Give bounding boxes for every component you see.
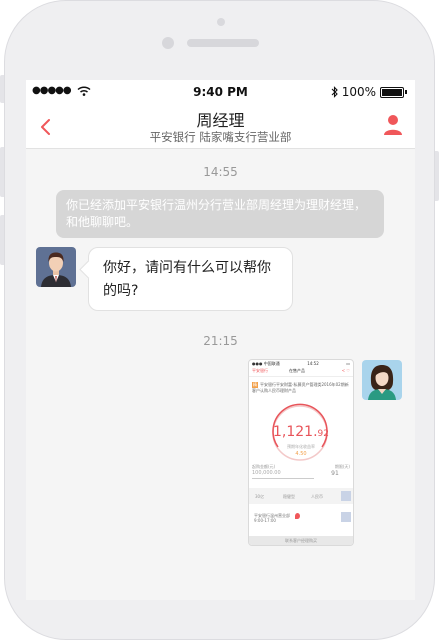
earpiece-speaker <box>187 39 259 47</box>
system-message: 你已经添加平安银行温州分行营业部周经理为理财经理，和他聊聊吧。 <box>56 190 384 238</box>
incoming-message-bubble[interactable]: 你好，请问有什么可以帮你的吗? <box>88 247 293 311</box>
power-button <box>435 151 439 201</box>
mini-strip-item: 稳健型 <box>283 494 295 499</box>
battery-percent: 100% <box>341 85 376 99</box>
mini-amount-main: 1,121. <box>273 424 318 440</box>
shared-product-screenshot[interactable]: ●●● 中国联通 14:52 ▭ 平安银行 在售产品 < ♡ 精平安银行平安财富… <box>248 359 354 546</box>
mini-square-icon <box>341 491 351 501</box>
front-camera <box>162 37 174 49</box>
volume-up-button <box>0 147 4 197</box>
mini-amount-decimal: 92 <box>317 429 329 439</box>
mini-product: 精平安银行平安财富-私募资产管理类2016年02期新客户认购人民币理财产品 <box>252 382 350 393</box>
female-avatar-icon <box>362 360 402 400</box>
mini-battery-icon: ▭ <box>346 361 350 366</box>
mini-share-icon: < ♡ <box>341 368 350 373</box>
mini-amount-input: 100,000.00 <box>252 470 314 479</box>
mini-info-strip: 30亿 稳健型 人民币 <box>249 488 353 504</box>
male-avatar-icon <box>36 247 76 287</box>
mini-title: 在售产品 <box>289 368 305 373</box>
volume-down-button <box>0 215 4 265</box>
battery-icon <box>380 86 404 98</box>
mute-switch <box>0 75 4 103</box>
user-profile-icon[interactable] <box>383 113 403 137</box>
contact-name: 周经理 <box>196 111 245 130</box>
mini-carrier: ●●● 中国联通 <box>252 361 280 366</box>
battery-tip <box>405 90 407 94</box>
mini-amount: 1,121.92 <box>249 424 353 440</box>
mini-location-icon <box>295 513 300 519</box>
chat-header: 周经理 平安银行 陆家嘴支行营业部 <box>26 104 415 149</box>
mini-back: 平安银行 <box>252 368 268 373</box>
chat-timestamp: 21:15 <box>203 334 238 348</box>
mini-count: 91 <box>331 470 339 477</box>
app-screen: ●●●●● 9:40 PM 100% 周经理 平安银行 陆家嘴支行营业部 14:… <box>26 80 415 600</box>
status-bar: ●●●●● 9:40 PM 100% <box>26 80 415 104</box>
mini-strip-item: 人民币 <box>311 494 323 499</box>
mini-rate-label: 预期年化收益率 <box>287 444 315 449</box>
chat-timestamp: 14:55 <box>203 165 238 179</box>
mini-status-bar: ●●● 中国联通 14:52 ▭ <box>249 360 353 367</box>
mini-branch-hours: 9:00-17:00 <box>254 518 276 523</box>
manager-avatar[interactable] <box>36 247 76 287</box>
mini-nav-bar: 平安银行 在售产品 < ♡ <box>249 367 353 377</box>
proximity-sensor <box>217 18 225 26</box>
mini-footer-button: 联系客户经理购买 <box>249 536 353 545</box>
bluetooth-icon <box>331 86 338 98</box>
mini-branch: 平安银行温州营业部 9:00-17:00 <box>254 513 290 523</box>
mini-product-name: 平安银行平安财富-私募资产管理类2016年02期新客户认购人民币理财产品 <box>252 382 349 393</box>
status-right: 100% <box>331 85 407 99</box>
mini-time: 14:52 <box>307 361 319 366</box>
mini-strip-item: 30亿 <box>255 494 265 499</box>
my-avatar[interactable] <box>362 360 402 400</box>
contact-branch: 平安银行 陆家嘴支行营业部 <box>149 130 292 144</box>
mini-square-icon <box>341 512 351 522</box>
mini-rate: 4.50 <box>295 451 307 457</box>
